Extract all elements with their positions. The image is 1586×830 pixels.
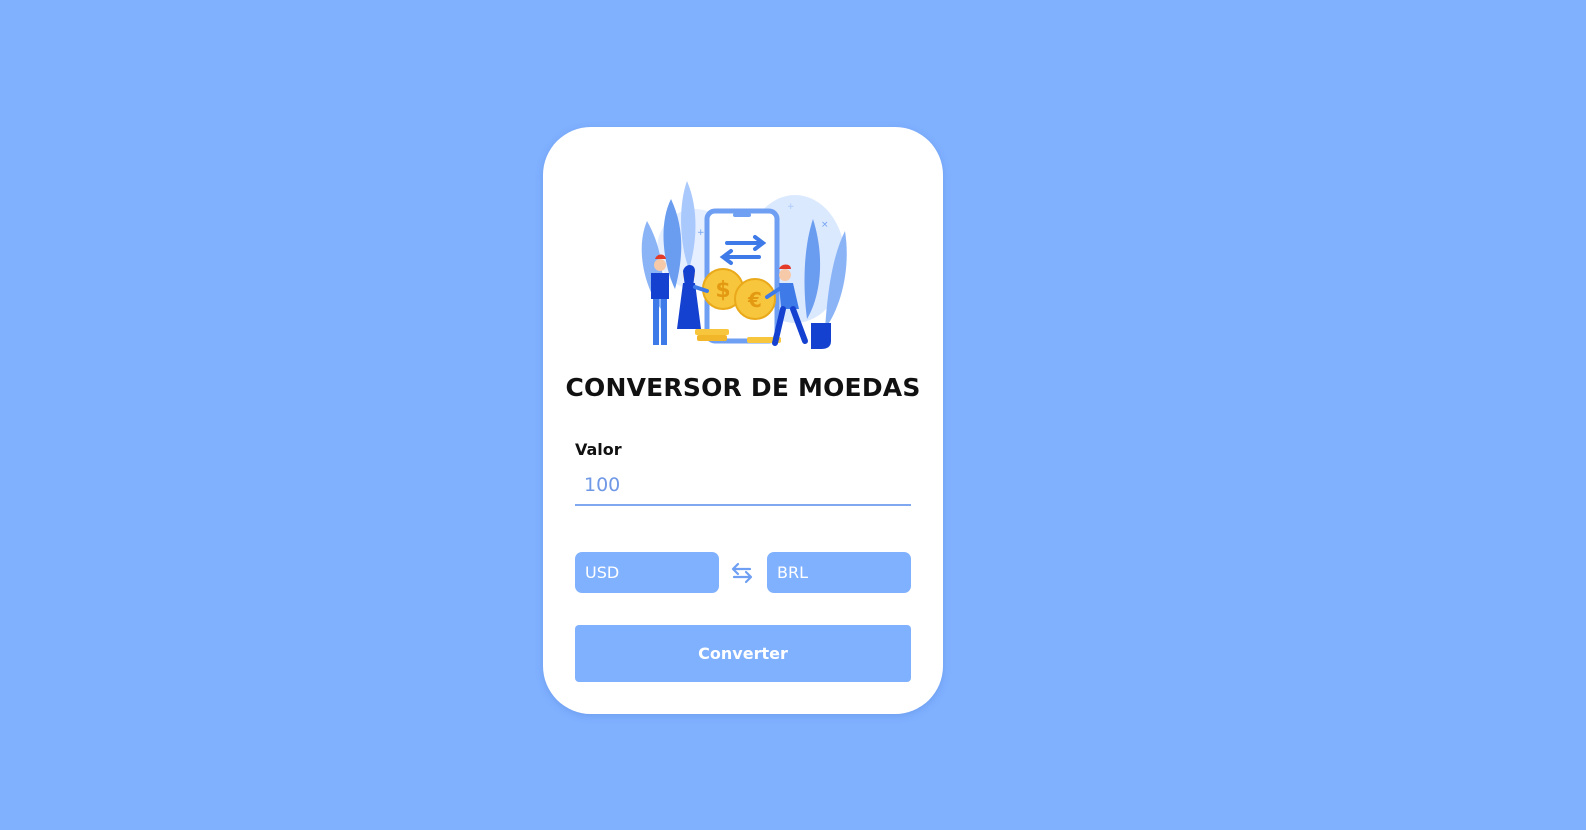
swap-arrows-icon[interactable] — [731, 561, 753, 585]
svg-text:$: $ — [715, 278, 730, 303]
svg-text:+: + — [787, 202, 795, 212]
svg-text:×: × — [821, 220, 829, 230]
converter-card: $ € + × + CONVERSOR DE MOEDAS Valor USD — [543, 127, 943, 714]
from-currency-select[interactable]: USD — [575, 552, 719, 593]
currency-exchange-illustration: $ € + × + — [641, 181, 847, 349]
amount-label: Valor — [575, 440, 622, 459]
amount-input[interactable] — [575, 466, 911, 506]
convert-button[interactable]: Converter — [575, 625, 911, 682]
svg-text:+: + — [697, 228, 705, 238]
to-currency-select[interactable]: BRL — [767, 552, 911, 593]
page-title: CONVERSOR DE MOEDAS — [565, 373, 921, 402]
svg-text:€: € — [747, 288, 762, 312]
